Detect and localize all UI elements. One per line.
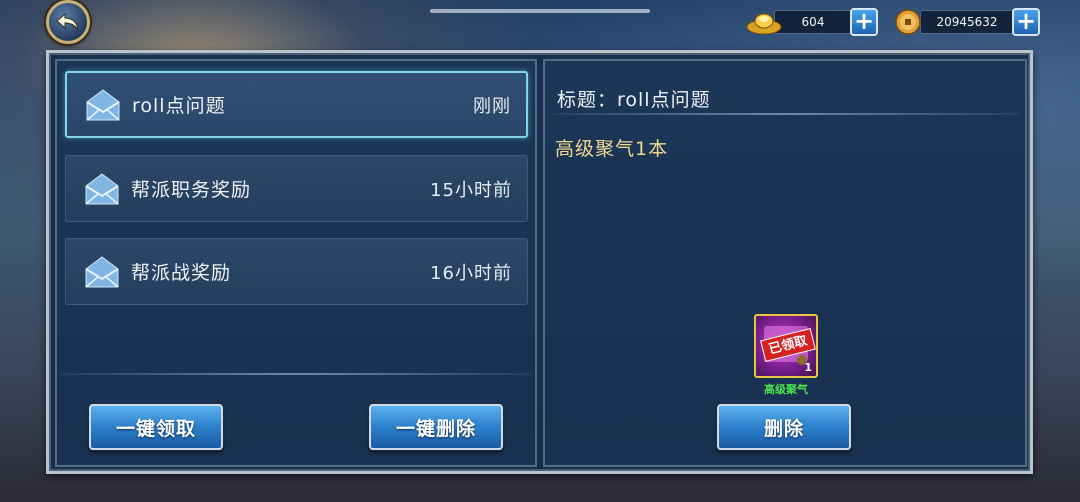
attachment-item-name: 高级聚气 [764, 383, 808, 396]
mail-body: 高级聚气1本 [555, 138, 669, 160]
drag-handle[interactable] [430, 9, 650, 13]
mail-title: 帮派职务奖励 [131, 179, 252, 201]
mail-item-1[interactable]: roll点问题 刚刚 [65, 71, 528, 138]
envelope-icon [86, 88, 120, 121]
mail-item-2[interactable]: 帮派职务奖励 15小时前 [65, 155, 528, 222]
mail-list-panel: roll点问题 刚刚 帮派职务奖励 15小时前 帮派战奖励 16小时前 一键领取… [55, 59, 537, 467]
claim-all-button[interactable]: 一键领取 [89, 404, 223, 450]
mail-window: roll点问题 刚刚 帮派职务奖励 15小时前 帮派战奖励 16小时前 一键领取… [46, 50, 1033, 474]
delete-all-button[interactable]: 一键删除 [369, 404, 503, 450]
coin-currency: 20945632 + [892, 7, 1040, 36]
subject-divider [553, 113, 1019, 115]
add-ingot-button[interactable]: + [850, 7, 878, 36]
mail-title: roll点问题 [132, 95, 226, 117]
list-divider [61, 373, 531, 375]
back-arrow-icon [56, 12, 79, 31]
ingot-amount: 604 [774, 9, 852, 34]
mail-subject: 标题：roll点问题 [557, 89, 711, 111]
delete-button[interactable]: 删除 [717, 404, 851, 450]
attachment-item-slot[interactable]: 已领取 1 [754, 314, 818, 378]
mail-title: 帮派战奖励 [131, 262, 232, 284]
envelope-icon [85, 255, 119, 288]
back-button[interactable] [46, 0, 90, 44]
add-coin-button[interactable]: + [1012, 7, 1040, 36]
coin-amount: 20945632 [920, 9, 1014, 34]
mail-time: 15小时前 [430, 179, 512, 201]
mail-time: 16小时前 [430, 262, 512, 284]
mail-item-3[interactable]: 帮派战奖励 16小时前 [65, 238, 528, 305]
mail-time: 刚刚 [473, 95, 511, 117]
ingot-currency: 604 + [746, 7, 878, 36]
gold-ingot-icon [746, 13, 782, 34]
item-count: 1 [804, 361, 812, 374]
copper-coin-icon [895, 8, 921, 35]
envelope-icon [85, 172, 119, 205]
mail-detail-panel: 标题：roll点问题 高级聚气1本 已领取 1 高级聚气 删除 [543, 59, 1027, 467]
